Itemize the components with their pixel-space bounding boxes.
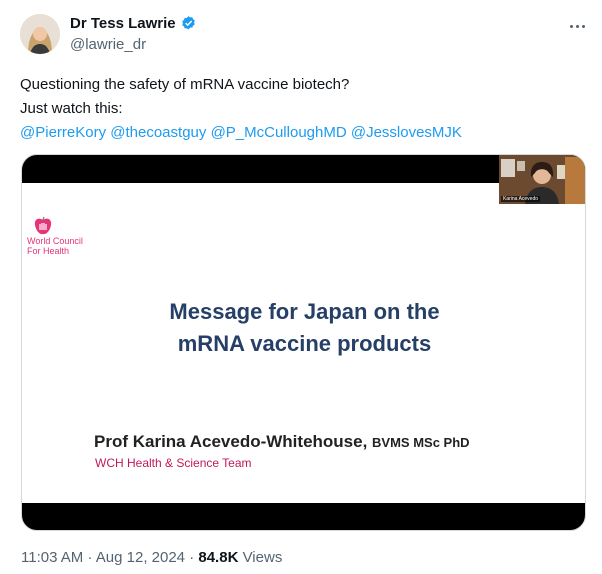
tweet-line-2: Just watch this: <box>20 100 123 117</box>
video-media[interactable]: World Council For Health Message for Jap… <box>21 154 586 531</box>
tweet-line-1: Questioning the safety of mRNA vaccine b… <box>20 76 350 93</box>
dot-icon <box>569 24 573 28</box>
tweet-text: Questioning the safety of mRNA vaccine b… <box>20 73 580 145</box>
dot-icon <box>581 24 585 28</box>
logo-text-line-2: For Health <box>27 246 70 256</box>
webcam-label: Karina Acevedo <box>501 196 541 202</box>
author-display-name[interactable]: Dr Tess Lawrie <box>70 15 176 32</box>
tweet-date[interactable]: Aug 12, 2024 <box>96 549 185 566</box>
author-handle[interactable]: @lawrie_dr <box>70 36 146 53</box>
views-label: Views <box>242 549 283 566</box>
profile-photo-icon <box>20 14 60 54</box>
mention-link[interactable]: @PierreKory <box>20 124 106 141</box>
wch-logo: World Council For Health <box>27 216 87 256</box>
meta-separator: · <box>87 549 93 566</box>
dot-icon <box>575 24 579 28</box>
slide-title-line-1: Message for Japan on the <box>169 299 440 324</box>
tweet-meta: 11:03 AM · Aug 12, 2024 · 84.8K Views <box>21 549 282 566</box>
slide-title: Message for Japan on the mRNA vaccine pr… <box>22 296 585 360</box>
mention-link[interactable]: @P_McCulloughMD <box>211 124 347 141</box>
speaker-team: WCH Health & Science Team <box>95 456 252 470</box>
webcam-overlay: Karina Acevedo <box>499 155 585 204</box>
author-name-row: Dr Tess Lawrie <box>70 15 197 32</box>
speaker-credentials: BVMS MSc PhD <box>372 435 470 450</box>
speaker-name: Prof Karina Acevedo-Whitehouse, BVMS MSc… <box>94 432 470 452</box>
apple-hands-logo-icon <box>34 216 52 235</box>
mention-link[interactable]: @JesslovesMJK <box>351 124 462 141</box>
slide-title-line-2: mRNA vaccine products <box>177 331 432 356</box>
tweet-time[interactable]: 11:03 AM <box>21 549 83 566</box>
video-slide: World Council For Health Message for Jap… <box>22 183 585 503</box>
mention-link[interactable]: @thecoastguy <box>110 124 206 141</box>
speaker-name-text: Prof Karina Acevedo-Whitehouse, <box>94 432 368 451</box>
tweet-mentions: @PierreKory @thecoastguy @P_McCulloughMD… <box>20 121 580 145</box>
author-avatar[interactable] <box>20 14 60 54</box>
more-options-button[interactable] <box>566 16 588 36</box>
verified-badge-icon <box>181 16 195 30</box>
views-count: 84.8K <box>198 549 239 566</box>
logo-text-line-1: World Council <box>27 236 83 246</box>
meta-separator: · <box>189 549 195 566</box>
